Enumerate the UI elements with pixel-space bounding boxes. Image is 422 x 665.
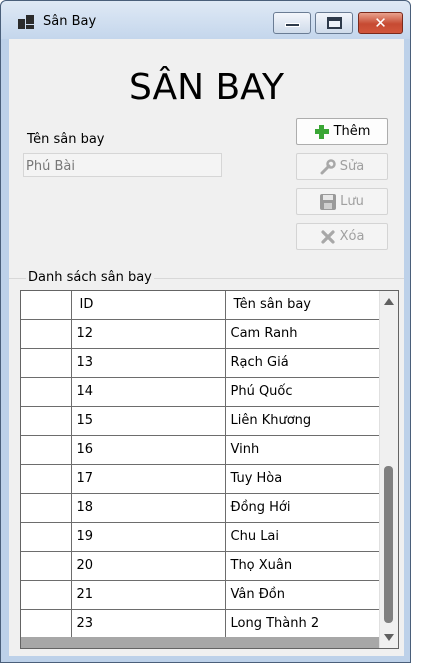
row-header-cell[interactable] [21, 521, 72, 552]
edit-button[interactable]: Sửa [296, 153, 388, 180]
close-icon: ✕ [374, 14, 387, 32]
app-window: Sân Bay ✕ SÂN BAY Tên sân bay Thêm Sửa L… [0, 0, 411, 663]
add-button-label: Thêm [333, 124, 371, 139]
row-header-corner[interactable] [21, 291, 72, 320]
grid-empty-area [21, 637, 379, 648]
save-button-label: Lưu [340, 194, 364, 209]
table-row[interactable]: 19 Chu Lai [21, 521, 380, 552]
airport-data-grid[interactable]: ID Tên sân bay 12 Cam Ranh 13 Rạch Giá 14 Phú… [20, 290, 399, 649]
minimize-button[interactable] [273, 12, 311, 34]
id-cell[interactable]: 21 [70, 579, 226, 610]
row-header-cell[interactable] [21, 376, 72, 407]
table-row[interactable]: 17 Tuy Hòa [21, 463, 380, 494]
scrollbar-thumb[interactable] [384, 466, 393, 623]
id-cell[interactable]: 16 [70, 434, 226, 465]
airport-table: ID Tên sân bay 12 Cam Ranh 13 Rạch Giá 14 Phú… [21, 291, 380, 639]
airport-name-input[interactable] [23, 153, 222, 177]
airport-name-cell[interactable]: Chu Lai [224, 521, 380, 552]
airport-name-cell[interactable]: Vân Đồn [224, 579, 380, 610]
id-cell[interactable]: 13 [70, 347, 226, 378]
airport-name-cell[interactable]: Tuy Hòa [224, 463, 380, 494]
window-app-icon [18, 15, 34, 29]
row-header-cell[interactable] [21, 579, 72, 610]
maximize-button[interactable] [315, 12, 353, 34]
row-header-cell[interactable] [21, 405, 72, 436]
column-header-name[interactable]: Tên sân bay [224, 291, 380, 320]
airport-name-label: Tên sân bay [27, 132, 105, 147]
delete-button-label: Xóa [339, 229, 365, 244]
airport-name-cell[interactable]: Đồng Hới [224, 492, 380, 523]
minimize-icon [285, 23, 300, 27]
row-header-cell[interactable] [21, 463, 72, 494]
window-title: Sân Bay [43, 14, 97, 29]
page-title: SÂN BAY [128, 67, 285, 108]
airport-list-group-title: Danh sách sân bay [26, 270, 154, 285]
airport-name-cell[interactable]: Liên Khương [224, 405, 380, 436]
row-header-cell[interactable] [21, 347, 72, 378]
row-header-cell[interactable] [21, 550, 72, 581]
table-row[interactable]: 20 Thọ Xuân [21, 550, 380, 581]
x-icon [320, 229, 336, 245]
table-row[interactable]: 12 Cam Ranh [21, 318, 380, 349]
save-button[interactable]: Lưu [296, 188, 388, 215]
wrench-icon [320, 158, 336, 175]
id-cell[interactable]: 17 [70, 463, 226, 494]
vertical-scrollbar[interactable] [379, 291, 398, 648]
table-row[interactable]: 23 Long Thành 2 [21, 608, 380, 639]
id-cell[interactable]: 12 [70, 318, 226, 349]
scroll-down-arrow-icon[interactable] [384, 634, 394, 641]
row-header-cell[interactable] [21, 608, 72, 639]
table-header-row: ID Tên sân bay [21, 291, 380, 320]
delete-button[interactable]: Xóa [296, 223, 388, 250]
row-header-cell[interactable] [21, 318, 72, 349]
id-cell[interactable]: 20 [70, 550, 226, 581]
maximize-icon [327, 17, 342, 29]
id-cell[interactable]: 19 [70, 521, 226, 552]
airport-name-cell[interactable]: Phú Quốc [224, 376, 380, 407]
airport-name-cell[interactable]: Thọ Xuân [224, 550, 380, 581]
table-row[interactable]: 18 Đồng Hới [21, 492, 380, 523]
table-row[interactable]: 21 Vân Đồn [21, 579, 380, 610]
airport-name-cell[interactable]: Long Thành 2 [224, 608, 380, 639]
add-button[interactable]: Thêm [296, 118, 388, 145]
id-cell[interactable]: 23 [70, 608, 226, 639]
plus-icon [314, 124, 330, 140]
column-header-id[interactable]: ID [70, 291, 226, 320]
edit-button-label: Sửa [339, 159, 365, 174]
id-cell[interactable]: 15 [70, 405, 226, 436]
row-header-cell[interactable] [21, 434, 72, 465]
id-cell[interactable]: 14 [70, 376, 226, 407]
table-row[interactable]: 14 Phú Quốc [21, 376, 380, 407]
title-bar[interactable]: Sân Bay ✕ [1, 1, 410, 39]
id-cell[interactable]: 18 [70, 492, 226, 523]
airport-name-cell[interactable]: Cam Ranh [224, 318, 380, 349]
row-header-cell[interactable] [21, 492, 72, 523]
close-button[interactable]: ✕ [358, 12, 403, 34]
form-client-area: SÂN BAY Tên sân bay Thêm Sửa Lưu Xóa Dan… [9, 39, 404, 656]
scroll-up-arrow-icon[interactable] [384, 298, 394, 305]
table-row[interactable]: 13 Rạch Giá [21, 347, 380, 378]
airport-name-cell[interactable]: Rạch Giá [224, 347, 380, 378]
table-row[interactable]: 15 Liên Khương [21, 405, 380, 436]
airport-name-cell[interactable]: Vinh [224, 434, 380, 465]
floppy-disk-icon [320, 193, 337, 210]
table-row[interactable]: 16 Vinh [21, 434, 380, 465]
